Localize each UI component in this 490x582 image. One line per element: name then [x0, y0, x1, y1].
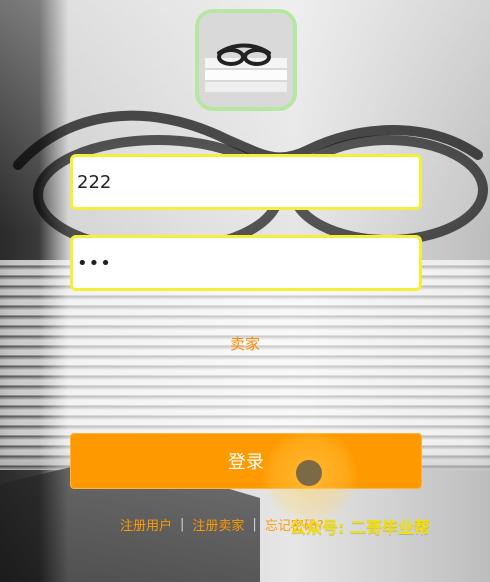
password-field-container — [70, 235, 422, 291]
register-user-link[interactable]: 注册用户 — [120, 515, 172, 534]
link-separator: | — [252, 517, 257, 532]
register-seller-link[interactable]: 注册卖家 — [192, 515, 244, 534]
role-label: 卖家 — [229, 335, 260, 353]
newspapers-glasses-icon — [199, 13, 293, 107]
link-separator: | — [180, 517, 185, 532]
login-button[interactable]: 登录 — [70, 433, 422, 489]
username-input[interactable] — [73, 157, 419, 207]
avatar — [195, 9, 297, 111]
username-field-container — [70, 154, 422, 210]
password-input[interactable] — [73, 238, 419, 288]
watermark-text: 公众号: 二哥毕业帮 — [290, 518, 430, 537]
login-screen: 卖家 登录 注册用户 | 注册卖家 | 忘记密码? 公众号: 二哥毕业帮 — [0, 0, 490, 582]
